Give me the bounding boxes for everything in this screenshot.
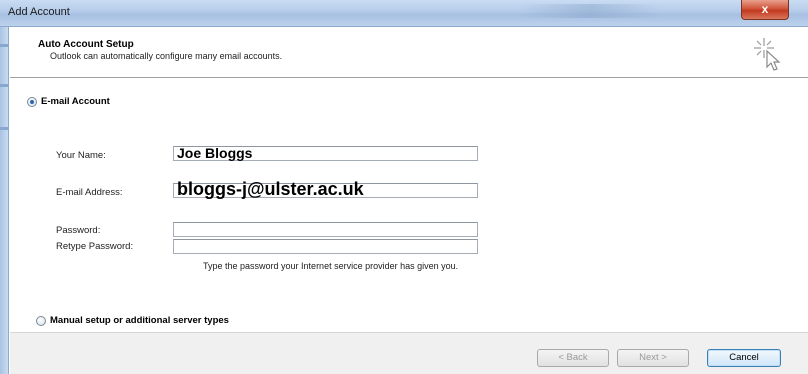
email-address-field[interactable]: bloggs-j@ulster.ac.uk (173, 179, 478, 199)
retype-password-field[interactable] (173, 239, 478, 254)
password-label: Password: (56, 225, 101, 236)
cancel-button[interactable]: Cancel (707, 349, 781, 367)
email-account-option-label: E-mail Account (41, 96, 110, 107)
retype-password-label: Retype Password: (56, 241, 134, 252)
your-name-label: Your Name: (56, 150, 106, 161)
frame-notch (0, 44, 9, 47)
email-account-radio[interactable] (27, 97, 37, 107)
wizard-content: E-mail Account Your Name: Joe Bloggs E-m… (10, 79, 808, 332)
header-title: Auto Account Setup (38, 39, 134, 50)
title-bar-sheen (520, 4, 660, 18)
header-subtitle: Outlook can automatically configure many… (50, 51, 283, 61)
title-bar: Add Account x (0, 0, 808, 27)
email-address-value: bloggs-j@ulster.ac.uk (177, 179, 364, 199)
frame-notch (0, 84, 9, 87)
wizard-footer: < Back Next > Cancel (10, 332, 808, 374)
back-button[interactable]: < Back (537, 349, 609, 367)
window-title: Add Account (8, 6, 70, 18)
next-button[interactable]: Next > (617, 349, 689, 367)
wizard-sparkle-icon (754, 38, 781, 71)
password-hint: Type the password your Internet service … (203, 261, 459, 271)
your-name-field[interactable]: Joe Bloggs (173, 145, 478, 161)
manual-setup-option-label: Manual setup or additional server types (50, 315, 229, 326)
window-frame-left (0, 27, 9, 374)
password-field[interactable] (173, 222, 478, 237)
email-address-label: E-mail Address: (56, 187, 123, 198)
your-name-value: Joe Bloggs (177, 145, 253, 161)
manual-setup-radio[interactable] (36, 316, 46, 326)
frame-notch (0, 127, 9, 130)
close-button[interactable]: x (741, 0, 789, 20)
wizard-header: Auto Account Setup Outlook can automatic… (10, 28, 808, 78)
